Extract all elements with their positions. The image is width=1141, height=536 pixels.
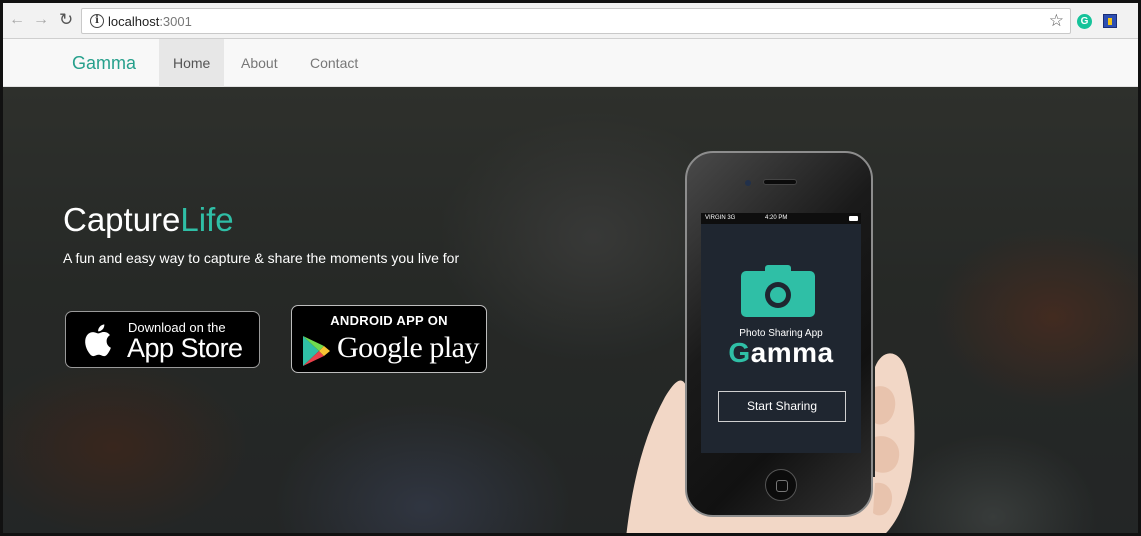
hero-title-accent: Life bbox=[180, 201, 234, 238]
carrier-label: VIRGIN 3G bbox=[705, 215, 736, 221]
nav-contact[interactable]: Contact bbox=[296, 39, 372, 87]
app-name: Gamma bbox=[701, 337, 861, 369]
nav-about[interactable]: About bbox=[227, 39, 292, 87]
phone-screen: VIRGIN 3G 4:20 PM Photo Sharing App Gamm… bbox=[701, 213, 861, 453]
hero-title: CaptureLife bbox=[63, 201, 234, 239]
apple-icon bbox=[85, 324, 111, 357]
extension-icon[interactable] bbox=[1103, 14, 1117, 28]
hero-subtitle: A fun and easy way to capture & share th… bbox=[63, 250, 460, 266]
phone-status-bar: VIRGIN 3G 4:20 PM bbox=[701, 213, 861, 224]
start-sharing-button[interactable]: Start Sharing bbox=[718, 391, 846, 422]
browser-toolbar: ← → ↻ i localhost:3001 ☆ G ⋮ bbox=[3, 3, 1138, 39]
phone-mockup: VIRGIN 3G 4:20 PM Photo Sharing App Gamm… bbox=[685, 151, 873, 517]
hero-title-main: Capture bbox=[63, 201, 181, 238]
brand-link[interactable]: Gamma bbox=[72, 53, 136, 74]
app-name-initial: G bbox=[728, 337, 751, 368]
phone-home-button bbox=[765, 469, 797, 501]
hero-section: CaptureLife A fun and easy way to captur… bbox=[3, 87, 1138, 533]
app-name-rest: amma bbox=[750, 337, 834, 368]
url-port: :3001 bbox=[159, 14, 192, 29]
google-play-big-text: Google play bbox=[337, 331, 479, 364]
phone-camera bbox=[745, 180, 751, 186]
arrow-left-icon[interactable]: ← bbox=[9, 12, 25, 28]
info-icon[interactable]: i bbox=[90, 14, 104, 28]
app-store-big-text: App Store bbox=[127, 333, 243, 363]
google-play-small-text: ANDROID APP ON bbox=[330, 313, 448, 328]
camera-icon bbox=[741, 265, 815, 317]
google-play-badge[interactable]: ANDROID APP ON Google play bbox=[291, 305, 487, 373]
arrow-right-icon[interactable]: → bbox=[33, 12, 49, 28]
star-icon[interactable]: ☆ bbox=[1049, 11, 1064, 31]
google-play-icon bbox=[303, 336, 330, 366]
menu-dots-icon[interactable]: ⋮ bbox=[1131, 7, 1138, 23]
url-text[interactable]: localhost:3001 bbox=[108, 14, 192, 29]
site-navbar: Gamma Home About Contact bbox=[3, 39, 1138, 87]
app-store-badge[interactable]: Download on the App Store bbox=[65, 311, 260, 368]
time-label: 4:20 PM bbox=[765, 215, 788, 221]
url-host: localhost bbox=[108, 14, 160, 29]
address-bar[interactable]: i localhost:3001 ☆ bbox=[81, 8, 1071, 34]
nav-home[interactable]: Home bbox=[159, 39, 225, 87]
battery-icon bbox=[849, 216, 858, 221]
grammarly-extension-icon[interactable]: G bbox=[1077, 14, 1092, 29]
reload-icon[interactable]: ↻ bbox=[59, 11, 73, 28]
browser-window: ← → ↻ i localhost:3001 ☆ G ⋮ Gamma Home … bbox=[0, 0, 1141, 536]
phone-speaker bbox=[763, 179, 797, 185]
